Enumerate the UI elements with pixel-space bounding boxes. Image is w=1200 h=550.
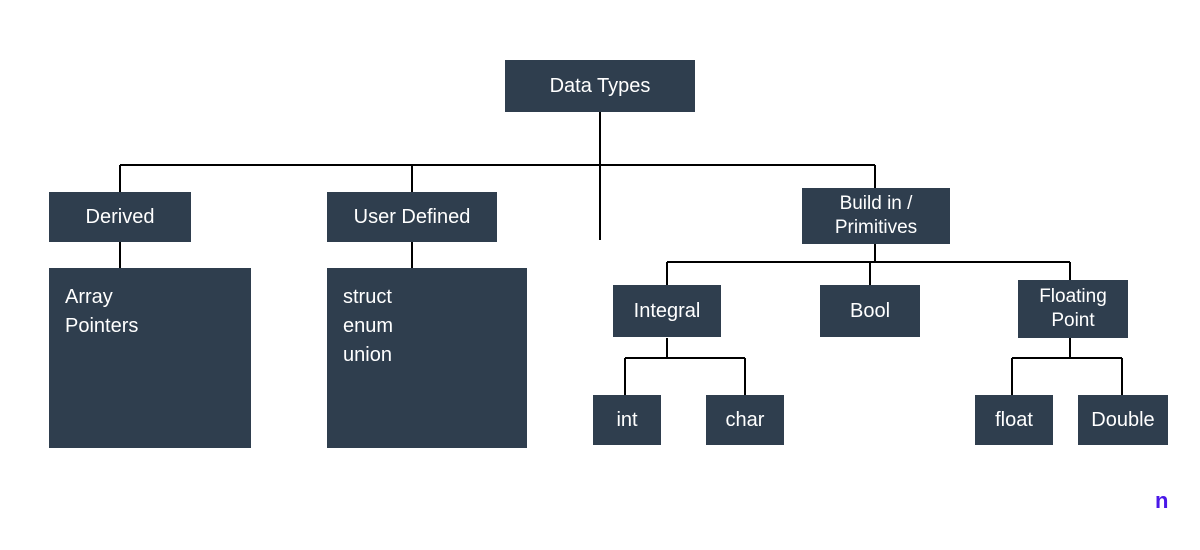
node-bool: Bool — [820, 285, 920, 337]
panel-derived: Array Pointers — [49, 268, 251, 448]
node-root: Data Types — [505, 60, 695, 112]
userdef-item-2: union — [343, 344, 511, 367]
derived-item-1: Pointers — [65, 315, 235, 338]
node-double: Double — [1078, 395, 1168, 445]
derived-item-0: Array — [65, 286, 235, 309]
node-int: int — [593, 395, 661, 445]
node-user-defined: User Defined — [327, 192, 497, 242]
node-floating: Floating Point — [1018, 280, 1128, 338]
panel-user-defined: struct enum union — [327, 268, 527, 448]
node-builtin: Build in / Primitives — [802, 188, 950, 244]
userdef-item-1: enum — [343, 315, 511, 338]
node-derived: Derived — [49, 192, 191, 242]
userdef-item-0: struct — [343, 286, 511, 309]
node-integral: Integral — [613, 285, 721, 337]
watermark-text: n — [1155, 488, 1168, 514]
node-float: float — [975, 395, 1053, 445]
node-char: char — [706, 395, 784, 445]
